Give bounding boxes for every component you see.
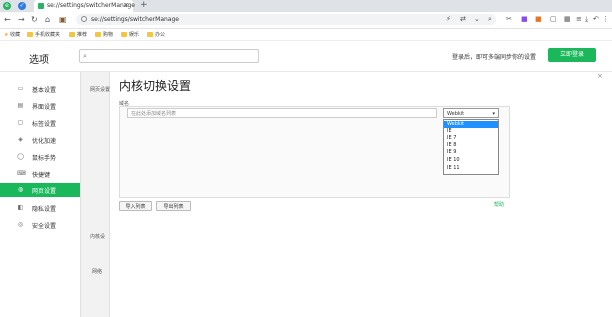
undo-icon[interactable]: ↶ [593, 15, 599, 23]
bookmarks-bar: ★ 收藏 手机收藏夹 推荐 购物 娱乐 办公 [0, 29, 612, 41]
tab-icon: ▢ [17, 119, 24, 126]
sidebar-item-label: 标签设置 [32, 121, 57, 128]
bookmark-entertainment[interactable]: 娱乐 [121, 31, 139, 38]
tab-close-icon[interactable]: × [123, 1, 129, 9]
browser-logo-icon[interactable]: e [3, 2, 11, 10]
bookmark-office[interactable]: 办公 [147, 31, 165, 38]
download-icon[interactable]: ⤓ [585, 15, 588, 24]
new-tab-button[interactable]: + [140, 0, 148, 10]
kernel-options: Webkit IE IE 7 IE 8 IE 9 IE 10 IE 11 [443, 119, 499, 175]
login-hint: 登录后，即可多端同步你的设置 [452, 54, 537, 61]
search-icon: ⌕ [83, 52, 87, 60]
monitor-icon: ▭ [17, 85, 24, 92]
section-nav-network[interactable]: 网络 [92, 268, 102, 275]
reload-icon[interactable]: ↻ [31, 15, 38, 24]
search-icon[interactable]: ⌕ [488, 15, 492, 24]
tab-favicon-icon [38, 3, 44, 9]
wallet-icon[interactable]: ▣ [59, 15, 67, 24]
sidebar-item-basic[interactable]: ▭ 基本设置 [0, 82, 80, 96]
settings-header: 选项 ⌕ 登录后，即可多端同步你的设置 立即登录 [0, 41, 612, 72]
sidebar-item-optimize[interactable]: ◈ 优化加速 [0, 133, 80, 147]
sidebar-item-label: 优化加速 [32, 138, 57, 145]
kernel-option[interactable]: IE 10 [444, 157, 498, 164]
mouse-icon: ◯ [17, 153, 24, 160]
forward-icon[interactable]: → [18, 15, 25, 24]
chevron-down-icon: ▾ [492, 111, 495, 117]
tab-bar: e ✓ se://settings/switcherManage × + [0, 0, 612, 12]
domain-input[interactable]: 在此处添加域名列表 [127, 108, 437, 118]
sidebar-item-security[interactable]: ◎ 安全设置 [0, 218, 80, 232]
kernel-option[interactable]: Webkit [444, 121, 498, 128]
page-title: 选项 [29, 55, 49, 66]
cut-icon[interactable]: ✂ [506, 15, 512, 23]
sidebar-item-interface[interactable]: ▤ 界面设置 [0, 99, 80, 113]
dropdown-icon[interactable]: ⌄ [474, 15, 480, 23]
folder-icon [27, 32, 33, 37]
sidebar-item-label: 鼠标手势 [32, 155, 57, 162]
sidebar-item-label: 快捷键 [32, 172, 51, 179]
sidebar-item-label: 界面设置 [32, 104, 57, 111]
share-icon[interactable]: ⇄ [460, 15, 466, 23]
tab-title: se://settings/switcherManage [47, 2, 135, 9]
kernel-option[interactable]: IE 8 [444, 142, 498, 149]
shield-icon: ◎ [17, 221, 24, 228]
window-icon[interactable]: ▢ [550, 15, 557, 23]
more-icon[interactable]: ⋮ [602, 15, 609, 23]
menu-icon[interactable]: ≡ [576, 15, 582, 23]
section-title: 内核切换设置 [119, 79, 192, 93]
sidebar-item-label: 安全设置 [32, 223, 57, 230]
login-button[interactable]: 立即登录 [548, 48, 596, 62]
sidebar-item-web[interactable]: ◍ 网页设置 [0, 183, 80, 197]
folder-icon [95, 32, 101, 37]
kernel-option[interactable]: IE 11 [444, 165, 498, 172]
privacy-icon: ◧ [17, 204, 24, 211]
bookmark-shopping[interactable]: 购物 [95, 31, 113, 38]
folder-icon [69, 32, 75, 37]
lightning-icon[interactable]: ⚡ [446, 15, 451, 23]
url-field[interactable]: se://settings/switcherManage [76, 14, 496, 25]
kernel-select-value: Webkit [447, 111, 465, 117]
grid-icon[interactable]: ▦ [564, 15, 571, 23]
sidebar-item-privacy[interactable]: ◧ 隐私设置 [0, 201, 80, 215]
keyboard-icon: ⌨ [17, 170, 26, 177]
kernel-option[interactable]: IE [444, 128, 498, 135]
address-bar-row: ← → ↻ ⌂ ▣ se://settings/switcherManage ⚡… [0, 12, 612, 29]
sidebar-item-tabs[interactable]: ▢ 标签设置 [0, 116, 80, 130]
extension-icon[interactable]: ✓ [18, 2, 26, 10]
site-info-icon[interactable] [81, 16, 87, 22]
section-nav [80, 72, 110, 317]
export-list-button[interactable]: 导出列表 [156, 201, 191, 211]
bookmark-favorites[interactable]: ★ 收藏 [4, 31, 20, 38]
folder-icon [121, 32, 127, 37]
url-text: se://settings/switcherManage [91, 16, 179, 23]
sidebar-item-shortcuts[interactable]: ⌨ 快捷键 [0, 167, 80, 181]
globe-icon: ◍ [17, 186, 24, 193]
close-icon[interactable]: × [597, 72, 603, 80]
home-icon[interactable]: ⌂ [45, 15, 50, 24]
sidebar-item-gestures[interactable]: ◯ 鼠标手势 [0, 150, 80, 164]
bookmark-recommend[interactable]: 推荐 [69, 31, 87, 38]
import-list-button[interactable]: 导入列表 [119, 201, 152, 211]
kernel-option[interactable]: IE 9 [444, 149, 498, 156]
app-icon[interactable]: ■ [521, 15, 528, 23]
folder-icon [147, 32, 153, 37]
sidebar-item-label: 隐私设置 [32, 206, 57, 213]
sidebar: ▭ 基本设置 ▤ 界面设置 ▢ 标签设置 ◈ 优化加速 ◯ 鼠标手势 ⌨ 快捷键 ◍ 网页设置… [0, 72, 80, 317]
sidebar-item-label: 基本设置 [32, 87, 57, 94]
kernel-select[interactable]: Webkit ▾ [443, 108, 499, 118]
back-icon[interactable]: ← [4, 15, 11, 24]
game-icon[interactable]: ■ [535, 15, 542, 23]
rocket-icon: ◈ [18, 136, 23, 143]
layout-icon: ▤ [17, 102, 24, 109]
search-input[interactable]: ⌕ [79, 49, 259, 63]
section-nav-web[interactable]: 网页设置 [90, 86, 110, 93]
active-tab[interactable]: se://settings/switcherManage × [34, 0, 135, 12]
bookmark-mobile[interactable]: 手机收藏夹 [27, 31, 60, 38]
section-nav-kernel[interactable]: 内核设 [90, 233, 105, 240]
kernel-option[interactable]: IE 7 [444, 135, 498, 142]
sidebar-item-label: 网页设置 [32, 188, 57, 195]
help-link[interactable]: 帮助 [494, 201, 504, 208]
